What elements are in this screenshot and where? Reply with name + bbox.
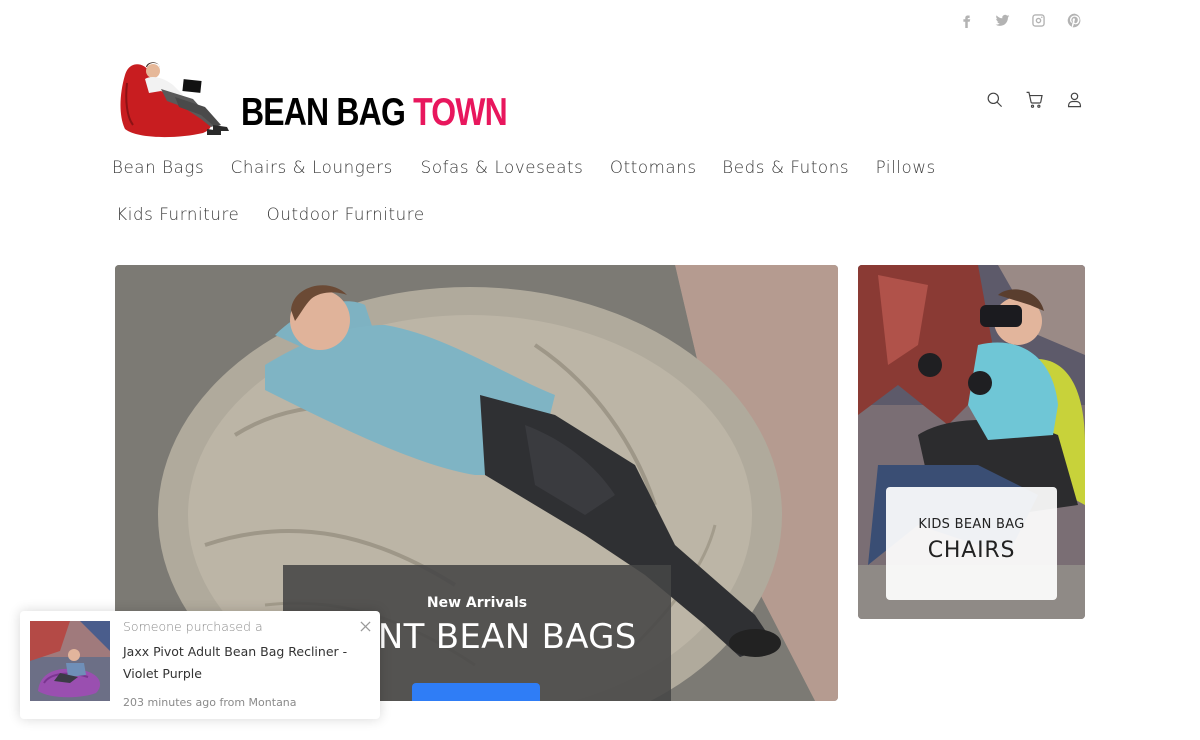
nav-row-1: Bean Bags Chairs & Loungers Sofas & Love… xyxy=(111,156,991,181)
kids-promo-banner[interactable]: KIDS BEAN BAG CHAIRS xyxy=(858,265,1085,619)
nav-item-beds-futons[interactable]: Beds & Futons xyxy=(723,156,850,181)
logo-bean-bag-illustration xyxy=(120,62,229,138)
logo-word-bean-bag: BEAN BAG xyxy=(241,91,406,134)
nav-item-outdoor-furniture[interactable]: Outdoor Furniture xyxy=(266,203,424,228)
user-icon[interactable] xyxy=(1063,88,1085,110)
nav-item-sofas-loveseats[interactable]: Sofas & Loveseats xyxy=(420,156,583,181)
pinterest-icon[interactable] xyxy=(1063,10,1085,30)
facebook-icon[interactable] xyxy=(955,10,977,30)
notification-product-link[interactable]: Jaxx Pivot Adult Bean Bag Recliner - Vio… xyxy=(123,641,353,685)
nav-item-ottomans[interactable]: Ottomans xyxy=(610,156,697,181)
nav-row-2: Kids Furniture Outdoor Furniture xyxy=(111,203,991,228)
nav-item-kids-furniture[interactable]: Kids Furniture xyxy=(116,203,239,228)
nav-item-chairs-loungers[interactable]: Chairs & Loungers xyxy=(231,156,393,181)
header-actions xyxy=(983,88,1085,110)
notification-timestamp: 203 minutes ago from Montana xyxy=(123,696,297,709)
main-navigation: Bean Bags Chairs & Loungers Sofas & Love… xyxy=(111,156,991,250)
instagram-icon[interactable] xyxy=(1027,10,1049,30)
promo-caption[interactable]: KIDS BEAN BAG CHAIRS xyxy=(886,487,1057,600)
hero-shop-button[interactable] xyxy=(412,683,540,701)
store-logo[interactable]: BEAN BAG TOWN xyxy=(117,55,508,145)
hero-subtitle: New Arrivals xyxy=(426,595,528,611)
logo-wordmark: BEAN BAG TOWN xyxy=(241,91,508,134)
twitter-icon[interactable] xyxy=(991,10,1013,30)
logo-word-town: TOWN xyxy=(413,91,508,134)
promo-line-2: CHAIRS xyxy=(927,538,1016,563)
notification-close-icon[interactable] xyxy=(357,618,373,634)
notification-intro: Someone purchased a xyxy=(123,619,263,634)
search-icon[interactable] xyxy=(983,88,1005,110)
promo-line-1: KIDS BEAN BAG xyxy=(918,517,1025,532)
notification-product-image[interactable] xyxy=(30,621,110,701)
social-links xyxy=(955,10,1085,30)
cart-icon[interactable] xyxy=(1023,88,1045,110)
nav-item-pillows[interactable]: Pillows xyxy=(875,156,935,181)
purchase-notification: Someone purchased a Jaxx Pivot Adult Bea… xyxy=(20,611,380,719)
nav-item-bean-bags[interactable]: Bean Bags xyxy=(112,156,204,181)
